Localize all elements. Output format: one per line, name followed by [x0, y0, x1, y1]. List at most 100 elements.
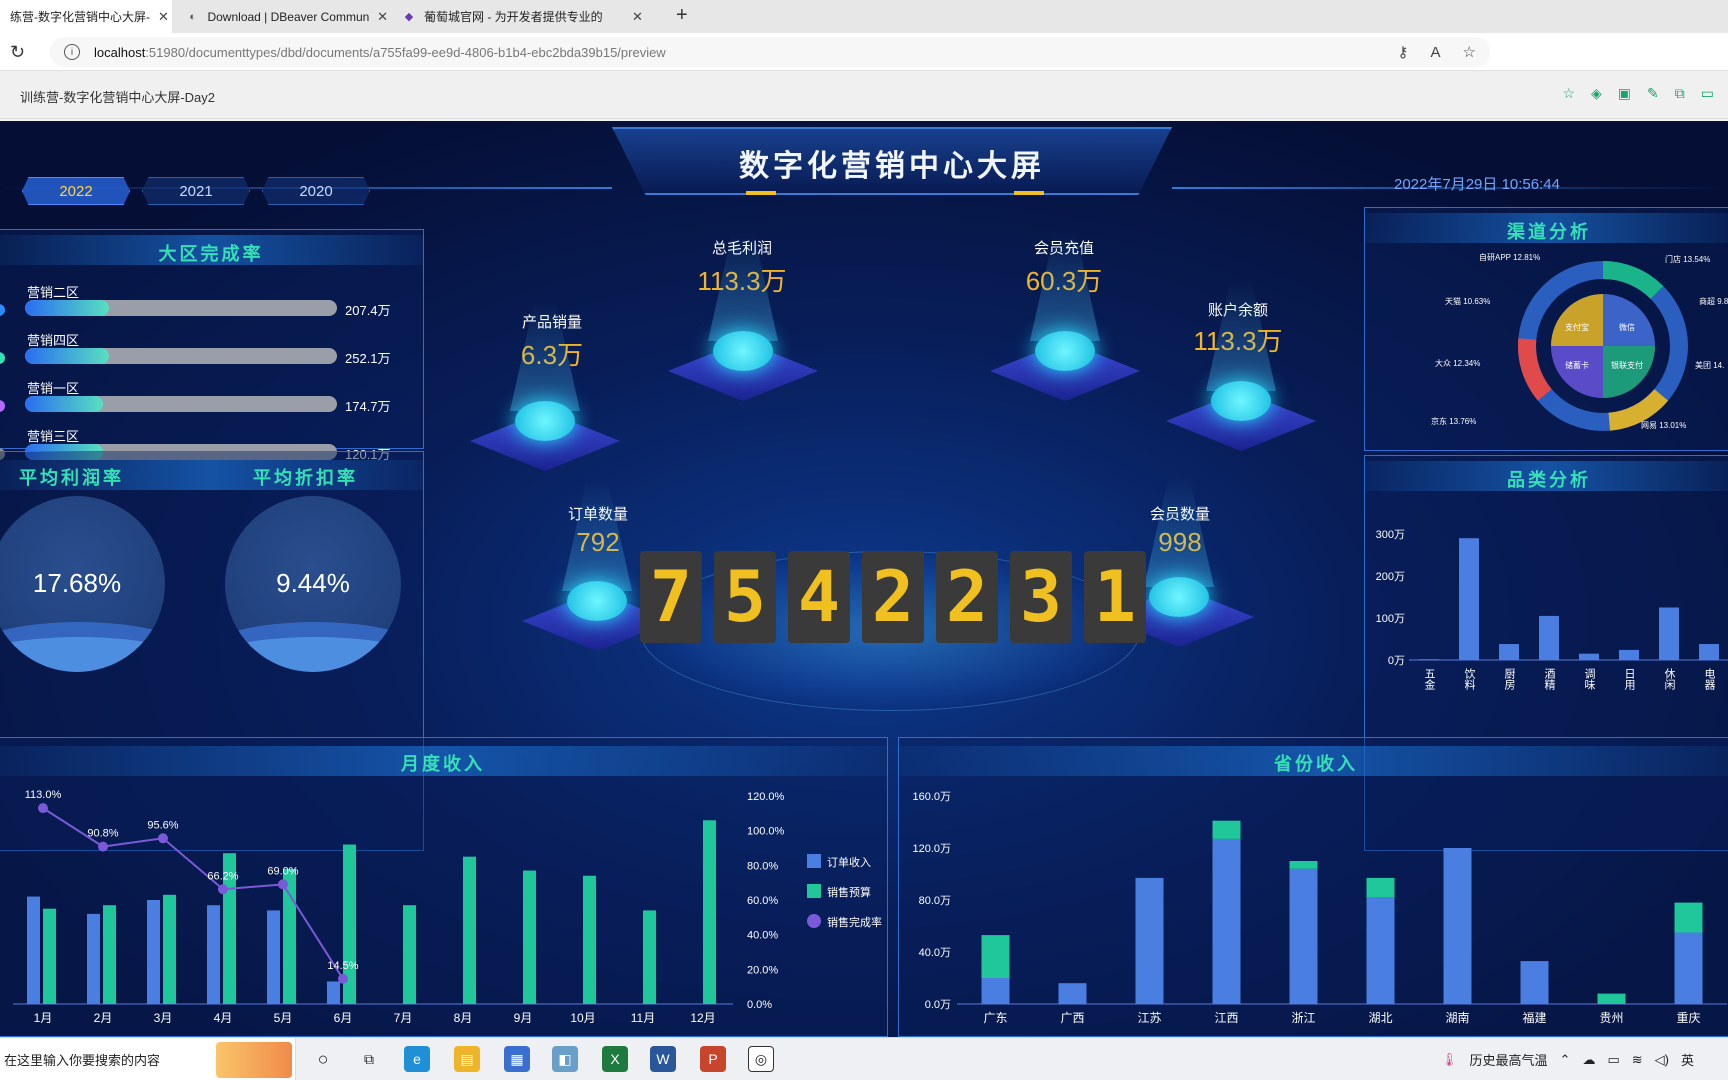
- counter-digit: 3: [1010, 551, 1072, 643]
- region-progress: [25, 348, 337, 364]
- x-tick-label: 广东: [983, 1011, 1007, 1025]
- region-value: 207.4万: [345, 303, 391, 318]
- y2-tick-label: 80.0%: [747, 860, 778, 872]
- url-field[interactable]: i localhost :51980/documenttypes/dbd/doc…: [50, 37, 1490, 67]
- province-bar-top: [1597, 993, 1626, 1004]
- y2-tick-label: 0.0%: [747, 999, 772, 1011]
- x-tick-label: 五金用品: [1423, 668, 1436, 690]
- close-icon[interactable]: ✕: [632, 9, 643, 25]
- x-tick-label: 12月: [690, 1011, 715, 1025]
- new-tab-button[interactable]: +: [676, 4, 688, 27]
- document-titlebar: 训练营-数字化营销中心大屏-Day2 ☆ ◈ ▣ ✎ ⧉ ▭: [0, 71, 1728, 119]
- channel-label: 美团 14.: [1695, 360, 1724, 370]
- completion-rate-point: [158, 833, 168, 844]
- channel-inner-label: 支付宝: [1565, 322, 1589, 332]
- channel-label: 门店 13.54%: [1665, 254, 1710, 264]
- category-bar: [1699, 644, 1719, 660]
- x-tick-label: 江苏: [1137, 1011, 1161, 1025]
- x-tick-label: 酒精饮料: [1543, 668, 1556, 690]
- document-toolbar: ☆ ◈ ▣ ✎ ⧉ ▭: [1562, 85, 1714, 102]
- close-icon[interactable]: ✕: [377, 9, 388, 25]
- favorite-icon[interactable]: ☆: [1463, 43, 1476, 61]
- reload-icon[interactable]: ↻: [10, 42, 25, 63]
- category-bar: [1579, 653, 1599, 660]
- year-tab-2021[interactable]: 2021: [142, 177, 250, 205]
- cortana-icon[interactable]: ○: [310, 1046, 336, 1072]
- tag-icon[interactable]: ◈: [1591, 85, 1602, 102]
- volume-icon[interactable]: ◁): [1655, 1052, 1669, 1068]
- input-language[interactable]: 英: [1681, 1050, 1694, 1069]
- copy-icon[interactable]: ⧉: [1675, 85, 1685, 102]
- task-view-icon[interactable]: ⧉: [356, 1046, 382, 1072]
- battery-icon[interactable]: ▭: [1607, 1052, 1619, 1068]
- file-explorer-icon[interactable]: ▤: [454, 1046, 480, 1072]
- legend-label: 销售完成率: [827, 915, 882, 929]
- x-tick-label: 广西: [1060, 1011, 1084, 1025]
- pedestal-cylinder: [1035, 331, 1095, 371]
- legend-swatch: [807, 884, 821, 898]
- x-tick-label: 电器: [1703, 668, 1716, 690]
- key-icon[interactable]: ⚷: [1398, 43, 1409, 61]
- y2-tick-label: 100.0%: [747, 826, 785, 838]
- region-name: 营销一区: [27, 381, 80, 396]
- channel-label: 自研APP 12.81%: [1479, 252, 1540, 262]
- province-bar: [1289, 868, 1318, 1004]
- region-value: 174.7万: [345, 399, 391, 414]
- word-icon[interactable]: W: [650, 1046, 676, 1072]
- pedestal-cylinder: [515, 401, 575, 441]
- kpi-pedestal: [470, 301, 620, 471]
- region-row: 营销二区 207.4万: [0, 282, 419, 330]
- powerpoint-icon[interactable]: P: [700, 1046, 726, 1072]
- year-tab-2020[interactable]: 2020: [262, 177, 370, 205]
- read-aloud-icon[interactable]: A: [1431, 44, 1441, 61]
- app-icon[interactable]: ▦: [504, 1046, 530, 1072]
- province-bar: [1443, 848, 1472, 1004]
- url-actions: ⚷ A ☆: [1398, 37, 1490, 67]
- category-bar: [1619, 649, 1639, 660]
- region-progress-fill: [25, 300, 110, 316]
- tab-grapecity[interactable]: ◆ 葡萄城官网 - 为开发者提供专业的 ✕: [392, 0, 664, 33]
- excel-icon[interactable]: ▣: [1618, 85, 1631, 102]
- x-tick-label: 9月: [514, 1011, 533, 1025]
- cloud-icon[interactable]: ☁: [1582, 1052, 1595, 1068]
- close-icon[interactable]: ✕: [158, 9, 169, 25]
- counter-digit: 2: [862, 551, 924, 643]
- province-bar-top: [981, 935, 1010, 978]
- completion-rate-point: [218, 884, 228, 895]
- header-accent: [746, 191, 776, 195]
- province-bar: [1058, 983, 1087, 1004]
- chevron-up-icon[interactable]: ⌃: [1560, 1052, 1571, 1068]
- tab-dbeaver[interactable]: ◐ Download | DBeaver Community ✕: [176, 0, 388, 33]
- monthly-chart: 0.0% 20.0% 40.0% 60.0% 80.0% 100.0% 120.0% 1月 2月…: [13, 789, 882, 1025]
- edit-icon[interactable]: ✎: [1647, 85, 1659, 102]
- excel-icon[interactable]: X: [602, 1046, 628, 1072]
- edge-icon[interactable]: e: [404, 1046, 430, 1072]
- app-icon[interactable]: ◎: [748, 1046, 774, 1072]
- x-tick-label: 7月: [394, 1011, 413, 1025]
- y-tick-label: 160.0万: [912, 791, 951, 803]
- channel-inner-label: 储蓄卡: [1565, 360, 1589, 370]
- weather-text[interactable]: 历史最高气温: [1470, 1050, 1548, 1069]
- completion-rate-point: [338, 973, 348, 984]
- thermometer-icon: 🌡: [1441, 1051, 1458, 1067]
- region-row: 营销四区 252.1万: [0, 330, 419, 378]
- y2-tick-label: 40.0%: [747, 930, 778, 942]
- monitor-icon[interactable]: ▭: [1701, 85, 1714, 102]
- year-tab-2022[interactable]: 2022: [22, 177, 130, 205]
- y-tick-label: 80.0万: [919, 895, 951, 907]
- avg-discount-gauge: 9.44%: [225, 496, 401, 672]
- wifi-icon[interactable]: ≋: [1632, 1052, 1643, 1068]
- info-icon[interactable]: i: [64, 44, 80, 60]
- y-tick-label: 120.0万: [912, 843, 951, 855]
- kpi-pedestal: [990, 231, 1140, 401]
- sales-budget-bar: [643, 910, 656, 1004]
- tab-dashboard[interactable]: 练营-数字化营销中心大屏-Day ✕: [0, 0, 172, 33]
- search-placeholder: 在这里输入你要搜索的内容: [4, 1053, 161, 1068]
- app-icon[interactable]: ◧: [552, 1046, 578, 1072]
- pedestal-cylinder: [1211, 381, 1271, 421]
- datetime: 2022年7月29日 10:56:44: [1394, 176, 1560, 193]
- star-icon[interactable]: ☆: [1562, 85, 1575, 102]
- y-tick-label: 0万: [1388, 655, 1405, 667]
- taskbar-search[interactable]: 在这里输入你要搜索的内容: [0, 1038, 296, 1080]
- x-tick-label: 6月: [334, 1011, 353, 1025]
